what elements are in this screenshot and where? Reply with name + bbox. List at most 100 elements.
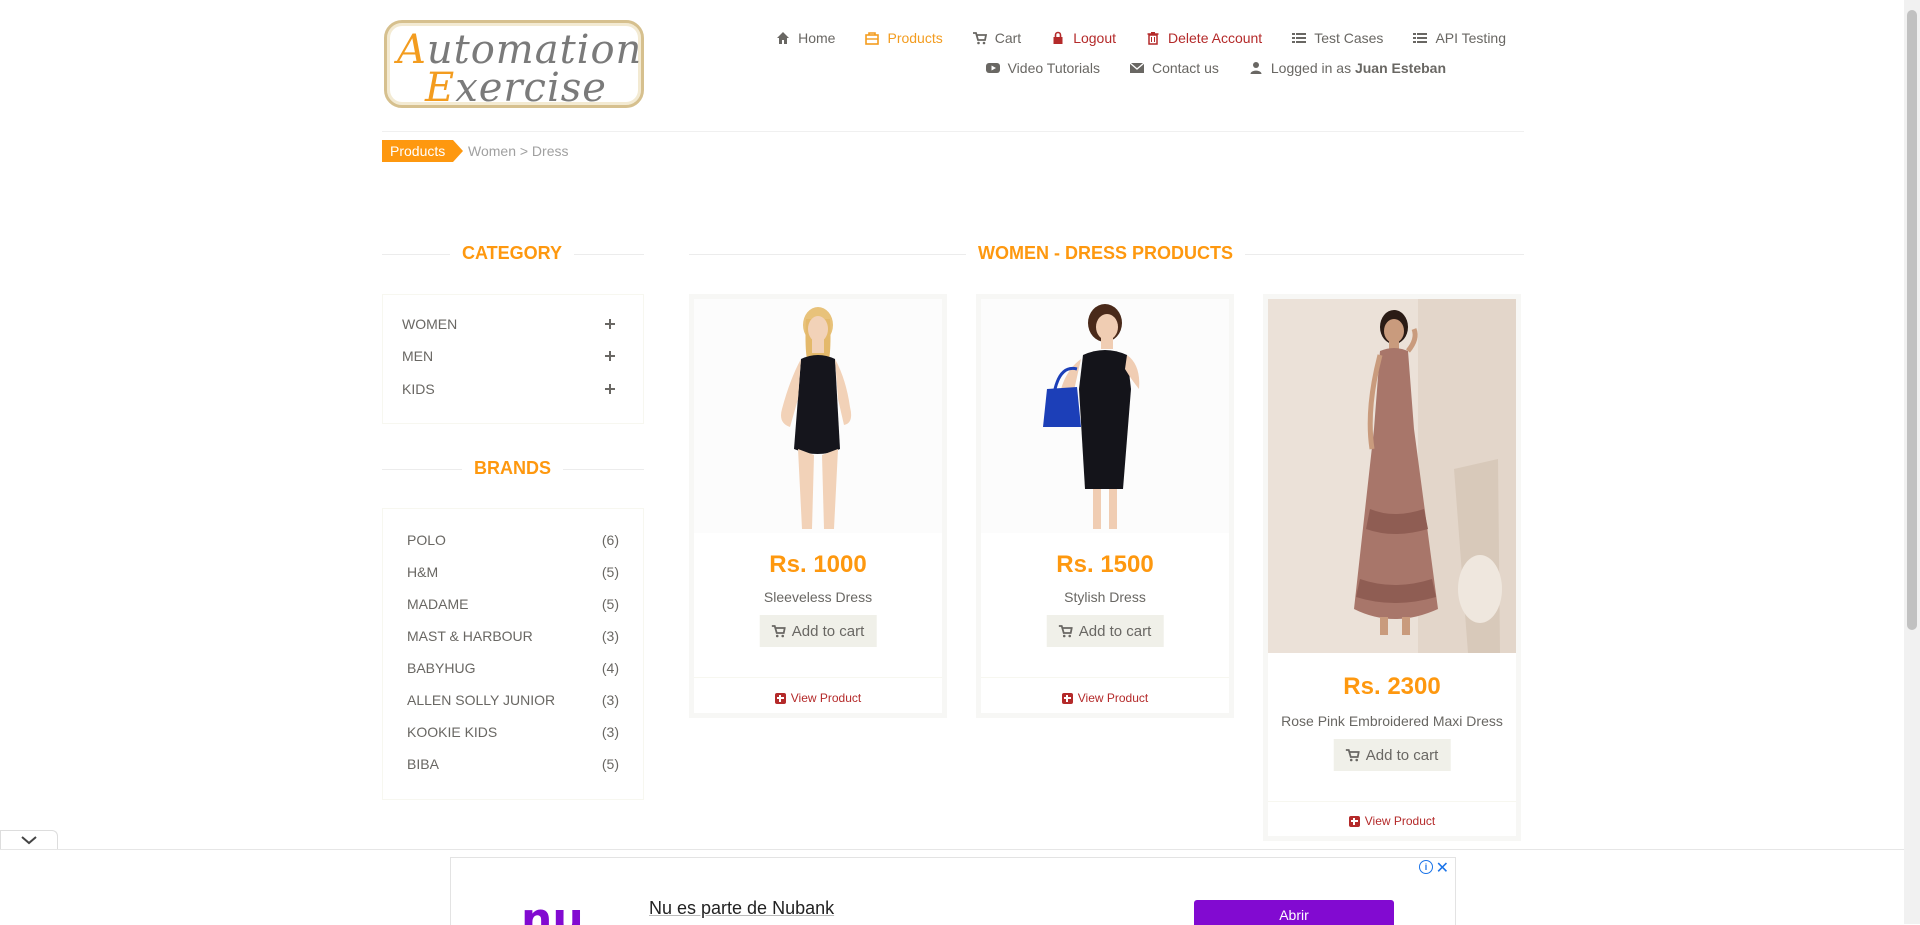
add-to-cart-label: Add to cart	[1365, 746, 1439, 764]
nav-api-testing[interactable]: API Testing	[1413, 30, 1506, 46]
brand-mast-harbour[interactable]: MAST & HARBOUR (3)	[407, 628, 619, 644]
plus-icon[interactable]	[605, 351, 615, 361]
view-product-link[interactable]: View Product	[981, 691, 1229, 705]
category-women[interactable]: Women	[402, 316, 627, 332]
list-icon	[1292, 33, 1307, 43]
cart-icon	[1345, 749, 1360, 762]
nubank-logo: nu	[521, 894, 584, 925]
page-scrollbar[interactable]	[1904, 0, 1920, 924]
category-women-label: Women	[402, 316, 458, 332]
product-card: Rs. 2300 Rose Pink Embroidered Maxi Dres…	[1263, 294, 1521, 841]
scrollbar-thumb[interactable]	[1907, 10, 1917, 630]
add-to-cart-button[interactable]: Add to cart	[1333, 739, 1451, 771]
brand-name: BIBA	[407, 756, 439, 772]
brand-allen-solly-junior[interactable]: ALLEN SOLLY JUNIOR (3)	[407, 692, 619, 708]
close-icon[interactable]: ✕	[1436, 858, 1449, 878]
brand-biba[interactable]: BIBA (5)	[407, 756, 619, 772]
plus-square-icon	[1348, 815, 1360, 827]
view-product-link[interactable]: View Product	[1268, 814, 1516, 828]
add-to-cart-button[interactable]: Add to cart	[1046, 615, 1164, 647]
products-section-title: WOMEN - DRESS PRODUCTS	[689, 243, 1524, 264]
category-kids-label: Kids	[402, 381, 435, 397]
brand-hm[interactable]: H&M (5)	[407, 564, 619, 580]
lock-icon	[1053, 31, 1063, 44]
nav-video-tutorials[interactable]: Video Tutorials	[985, 60, 1100, 76]
nav-test-cases-label: Test Cases	[1314, 30, 1384, 46]
nav-home[interactable]: Home	[776, 30, 835, 46]
plus-icon[interactable]	[605, 319, 615, 329]
ad-banner[interactable]: nu Nu es parte de Nubank Abrir i ✕	[450, 857, 1456, 925]
view-product-link[interactable]: View Product	[694, 691, 942, 705]
plus-icon[interactable]	[605, 384, 615, 394]
brand-name: MADAME	[407, 596, 469, 612]
product-price: Rs. 2300	[1343, 673, 1441, 700]
brand-name: POLO	[407, 532, 446, 548]
nav-delete-account-label: Delete Account	[1168, 30, 1263, 46]
brand-count: (5)	[601, 596, 619, 612]
site-logo[interactable]: Automation Exercise	[384, 20, 644, 111]
brand-madame[interactable]: MADAME (5)	[407, 596, 619, 612]
brand-name: H&M	[407, 564, 439, 580]
brand-count: (5)	[601, 756, 619, 772]
category-kids[interactable]: Kids	[402, 381, 627, 397]
brands-title-text: BRANDS	[462, 458, 564, 479]
home-icon	[777, 32, 790, 44]
user-icon	[1250, 62, 1262, 74]
product-photo	[1268, 299, 1516, 653]
cart-icon	[1058, 625, 1073, 638]
brand-name: ALLEN SOLLY JUNIOR	[407, 692, 556, 708]
brand-polo[interactable]: POLO (6)	[407, 532, 619, 548]
logo-cap-a: A	[397, 27, 427, 73]
category-title-text: CATEGORY	[450, 243, 575, 264]
nav-logout-label: Logout	[1073, 30, 1117, 46]
nav-cart[interactable]: Cart	[972, 30, 1021, 46]
chevron-down-icon	[21, 836, 37, 845]
product-photo	[981, 299, 1229, 533]
logged-in-username: Juan Esteban	[1354, 60, 1446, 76]
envelope-icon	[1129, 62, 1144, 73]
product-photo	[694, 299, 942, 533]
ad-collapse-toggle[interactable]	[0, 830, 58, 851]
nav-contact-us[interactable]: Contact us	[1129, 60, 1219, 76]
brand-count: (6)	[601, 532, 619, 548]
category-men[interactable]: Men	[402, 348, 627, 364]
product-image	[694, 299, 942, 533]
cart-icon	[972, 32, 987, 45]
brand-count: (3)	[601, 724, 619, 740]
nav-products[interactable]: Products	[865, 30, 943, 46]
product-price: Rs. 1000	[769, 551, 867, 578]
nav-test-cases[interactable]: Test Cases	[1292, 30, 1383, 46]
add-to-cart-label: Add to cart	[1078, 622, 1152, 640]
nav-delete-account[interactable]: Delete Account	[1146, 30, 1262, 46]
brand-name: KOOKIE KIDS	[407, 724, 498, 740]
brand-count: (4)	[601, 660, 619, 676]
brand-name: BABYHUG	[407, 660, 476, 676]
card-divider	[981, 677, 1229, 678]
products-title-text: WOMEN - DRESS PRODUCTS	[966, 243, 1246, 264]
plus-square-icon	[1061, 692, 1073, 704]
product-name: Stylish Dress	[1064, 589, 1146, 605]
brand-count: (3)	[601, 628, 619, 644]
ad-info-icon[interactable]: i	[1419, 860, 1433, 874]
product-price: Rs. 1500	[1056, 551, 1154, 578]
product-image	[981, 299, 1229, 533]
nav-logout[interactable]: Logout	[1051, 30, 1116, 46]
ad-open-button[interactable]: Abrir	[1194, 900, 1394, 925]
nav-products-label: Products	[887, 30, 943, 46]
main-nav-row-2: Video Tutorials Contact us Logged in as …	[956, 60, 1446, 76]
product-image	[1268, 299, 1516, 653]
add-to-cart-button[interactable]: Add to cart	[759, 615, 877, 647]
brand-babyhug[interactable]: BABYHUG (4)	[407, 660, 619, 676]
nav-video-tutorials-label: Video Tutorials	[1007, 60, 1100, 76]
breadcrumb-path: Women > Dress	[468, 143, 569, 159]
product-card: Rs. 1000 Sleeveless Dress Add to cart Vi…	[689, 294, 947, 718]
main-nav-row-1: Home Products Cart Logout Delete Account…	[746, 30, 1506, 46]
category-panel: Women Men Kids	[382, 294, 644, 424]
header-divider	[382, 131, 1524, 132]
category-men-label: Men	[402, 348, 434, 364]
product-name: Sleeveless Dress	[763, 589, 873, 605]
breadcrumb-products-tag[interactable]: Products	[382, 140, 464, 162]
brand-kookie-kids[interactable]: KOOKIE KIDS (3)	[407, 724, 619, 740]
ad-headline[interactable]: Nu es parte de Nubank	[649, 898, 834, 919]
brand-name: MAST & HARBOUR	[407, 628, 533, 644]
